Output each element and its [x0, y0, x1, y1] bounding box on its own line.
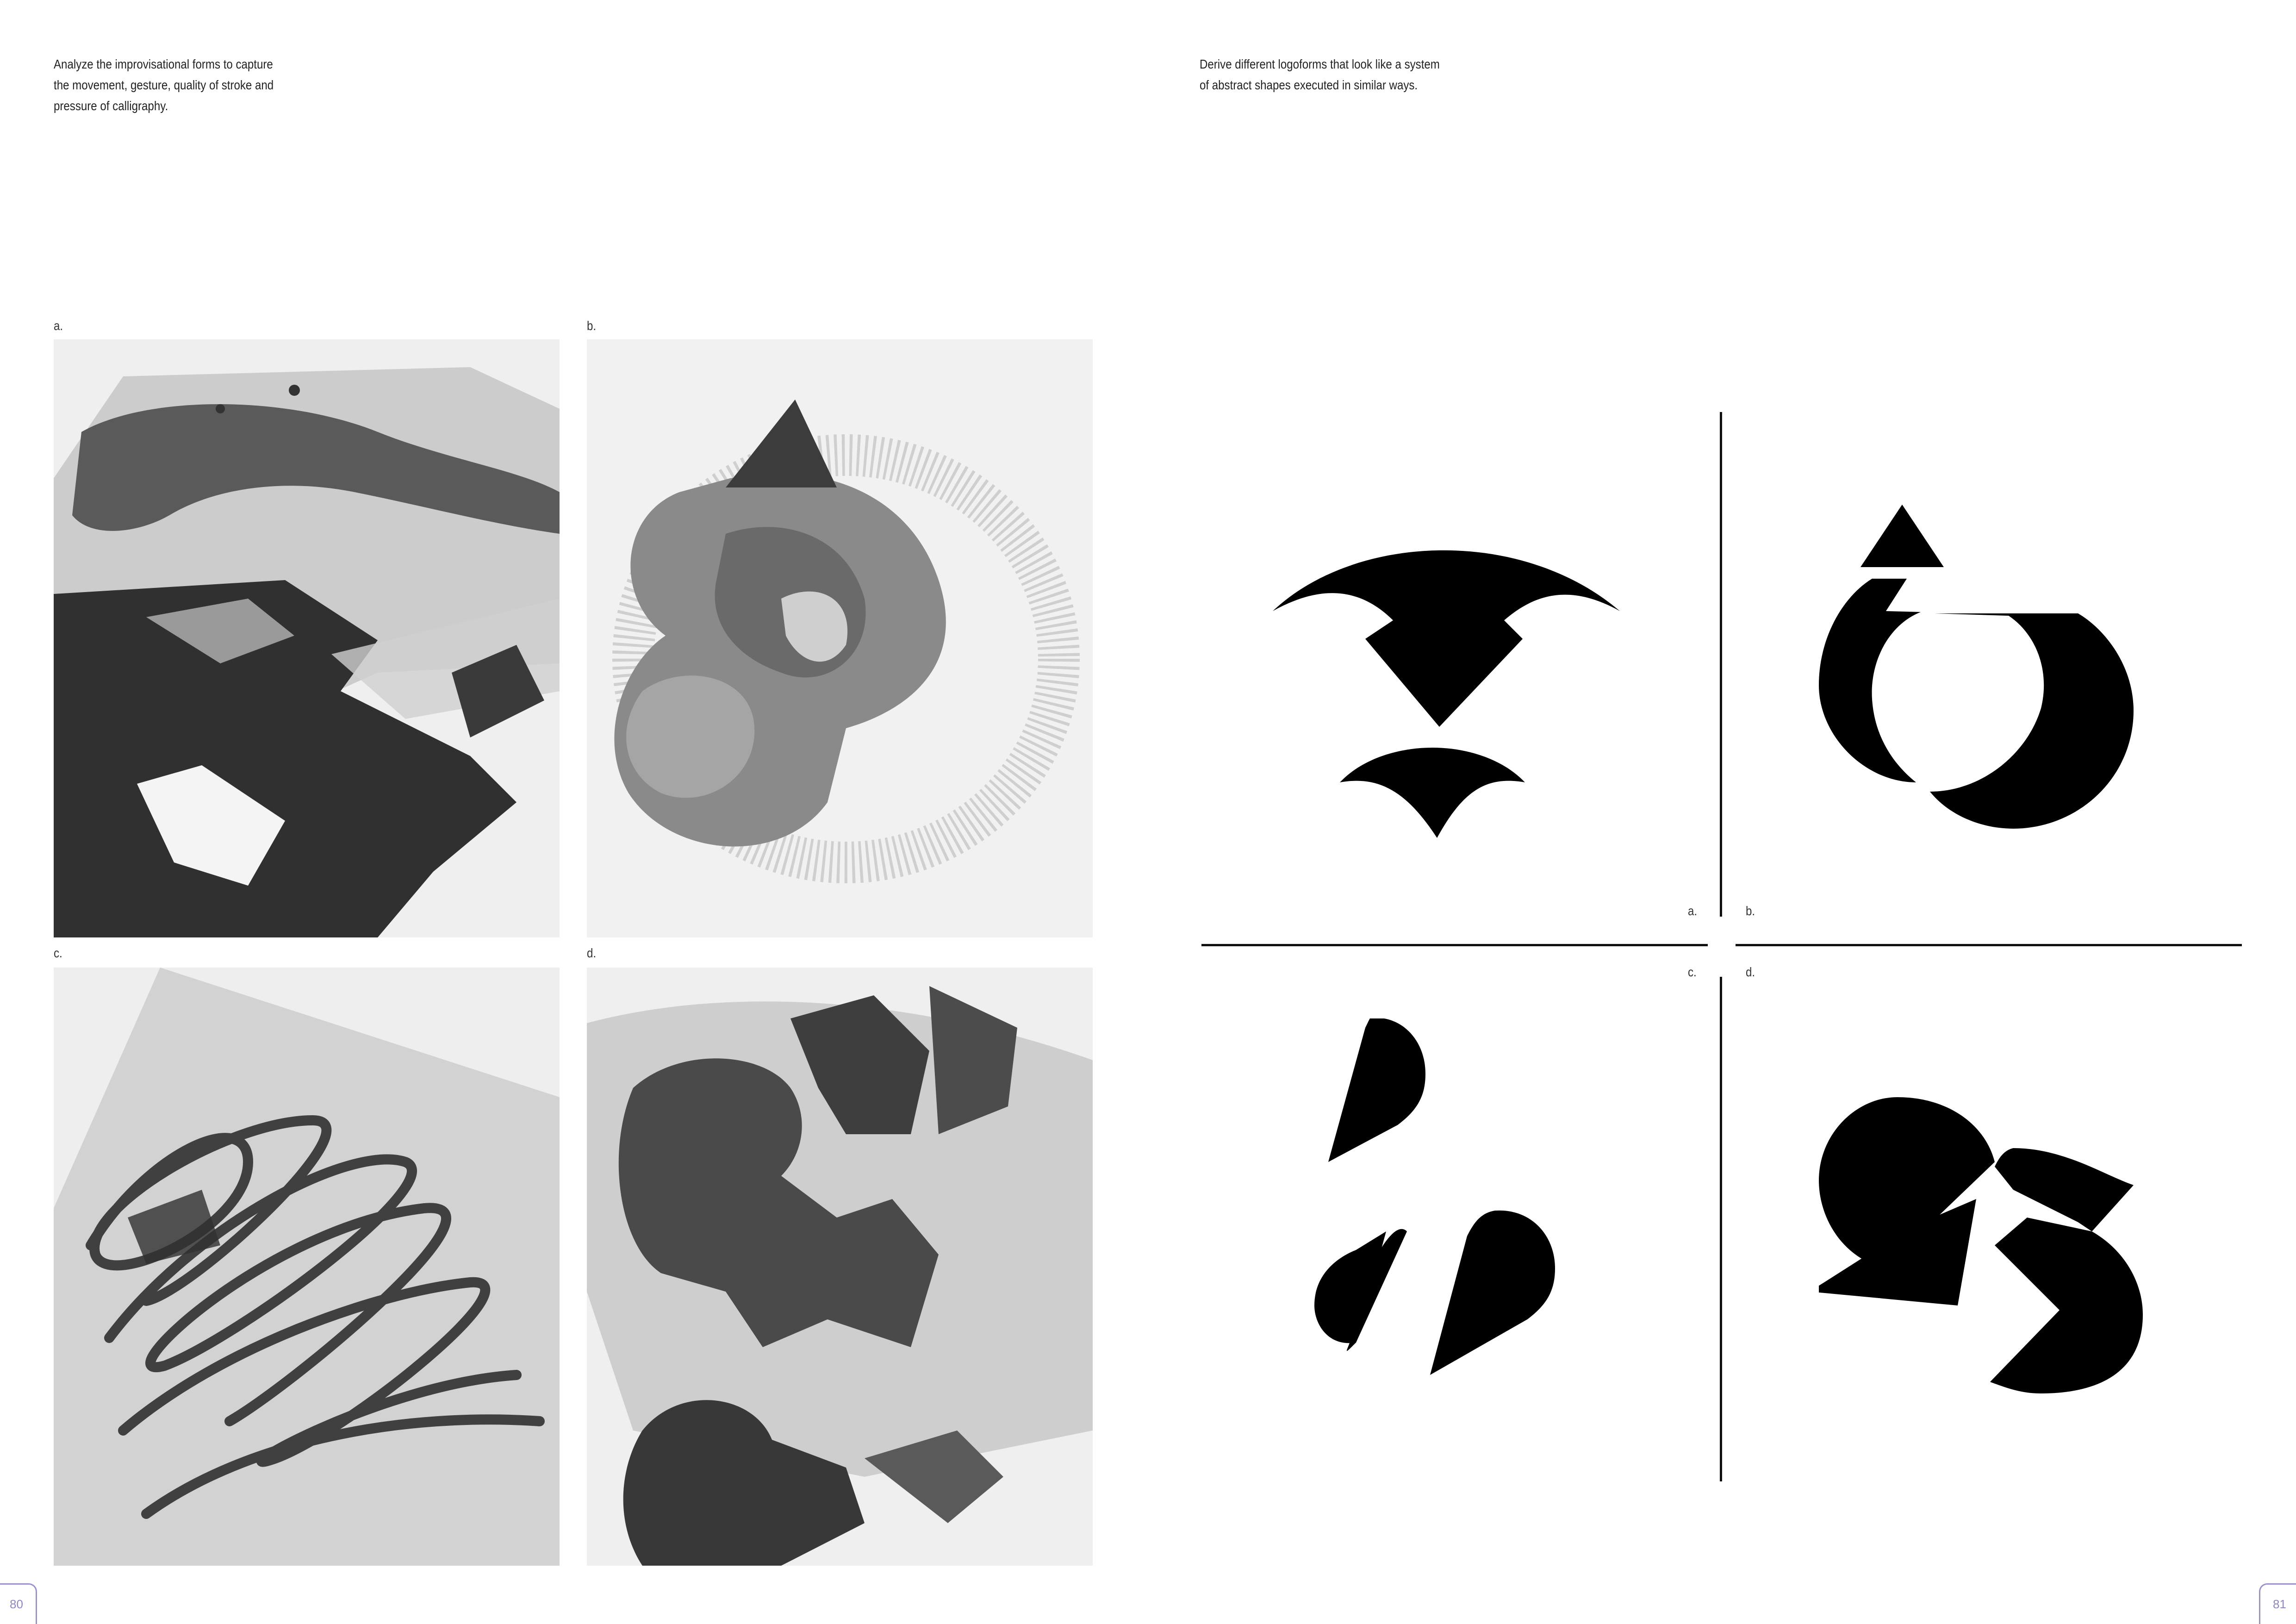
ink-study-b-image — [587, 339, 1093, 937]
label-b-right: b. — [1746, 904, 1755, 918]
vertical-rule-top — [1720, 412, 1722, 917]
ink-study-d-image — [587, 968, 1093, 1566]
label-a-right: a. — [1688, 904, 1698, 918]
page-number-left: 80 — [0, 1583, 37, 1624]
ink-study-a-image — [54, 339, 560, 937]
label-c-right: c. — [1688, 965, 1697, 979]
label-c-left: c. — [54, 946, 62, 960]
logoform-b — [1819, 505, 2134, 829]
logoform-a — [1273, 550, 1620, 838]
logoform-c — [1314, 1018, 1555, 1375]
logoform-d — [1819, 1097, 2143, 1393]
left-caption: Analyze the improvisational forms to cap… — [54, 57, 274, 113]
left-page: Analyze the improvisational forms to cap… — [0, 0, 1148, 1624]
page-number-right: 81 — [2259, 1583, 2296, 1624]
horizontal-rule-left — [1201, 944, 1708, 946]
label-b-left: b. — [587, 319, 597, 333]
right-page: Derive different logoforms that look lik… — [1148, 0, 2296, 1624]
label-d-right: d. — [1746, 965, 1755, 979]
label-d-left: d. — [587, 946, 597, 960]
label-a-left: a. — [54, 319, 63, 333]
horizontal-rule-right — [1736, 944, 2242, 946]
right-caption: Derive different logoforms that look lik… — [1200, 57, 1440, 92]
ink-study-c-image — [54, 968, 560, 1566]
vertical-rule-bottom — [1720, 977, 1722, 1481]
